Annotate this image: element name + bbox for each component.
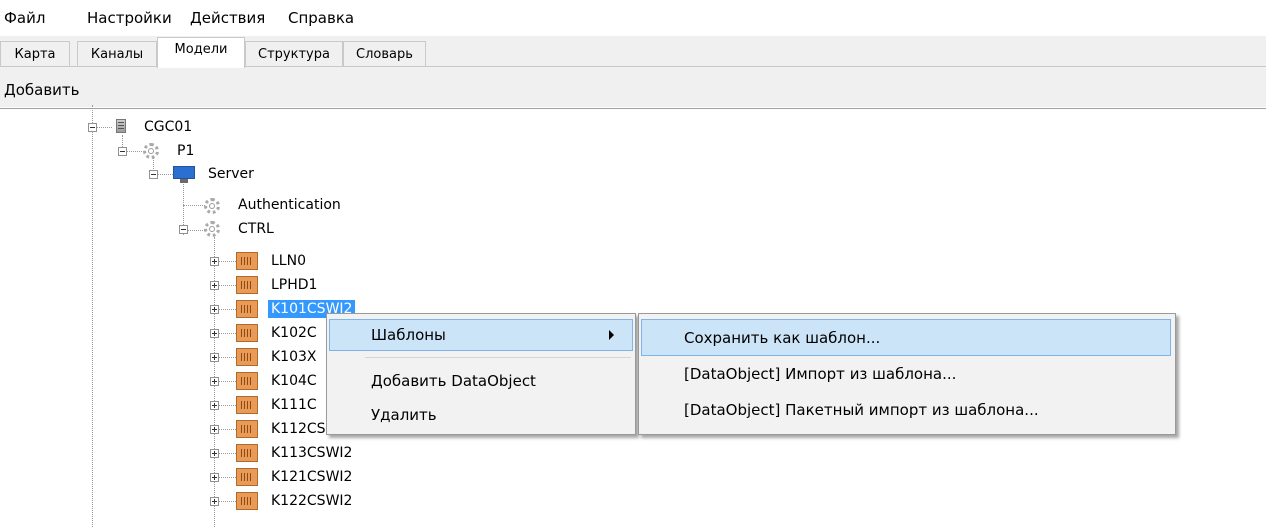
expand-icon[interactable] — [210, 281, 219, 290]
menu-actions[interactable]: Действия — [190, 9, 265, 27]
expand-icon[interactable] — [210, 473, 219, 482]
expand-icon[interactable] — [210, 305, 219, 314]
expand-icon[interactable] — [210, 425, 219, 434]
context-menu: Шаблоны Добавить DataObject Удалить — [326, 313, 636, 435]
logical-node-icon — [236, 372, 258, 390]
logical-node-icon — [236, 348, 258, 366]
expand-icon[interactable] — [210, 401, 219, 410]
tree-node-server[interactable]: Server — [208, 165, 254, 183]
collapse-icon[interactable] — [88, 123, 97, 132]
menu-item-batch-import-from-template[interactable]: [DataObject] Пакетный импорт из шаблона.… — [684, 400, 1039, 420]
menu-item-save-as-template[interactable]: Сохранить как шаблон... — [684, 328, 880, 348]
add-button[interactable]: Добавить — [4, 81, 80, 99]
tree-node-cgc01[interactable]: CGC01 — [144, 118, 192, 136]
tab-channels[interactable]: Каналы — [77, 41, 157, 66]
tree-line — [183, 205, 205, 206]
menu-bar: Файл Настройки Действия Справка — [0, 0, 1266, 34]
toolbar: Добавить — [0, 67, 1266, 107]
menu-settings[interactable]: Настройки — [87, 9, 172, 27]
tree-node-authentication[interactable]: Authentication — [238, 196, 341, 214]
tree-node-lphd1[interactable]: LPHD1 — [271, 276, 317, 294]
logical-node-icon — [236, 444, 258, 462]
logical-node-icon — [236, 276, 258, 294]
tab-map[interactable]: Карта — [0, 41, 70, 66]
monitor-icon — [173, 166, 195, 184]
authentication-icon — [204, 198, 220, 214]
logical-node-icon — [236, 420, 258, 438]
menu-item-delete[interactable]: Удалить — [371, 405, 437, 425]
expand-icon[interactable] — [210, 497, 219, 506]
logical-node-icon — [236, 492, 258, 510]
tree-node-k102[interactable]: K102C — [271, 324, 317, 342]
collapse-icon[interactable] — [118, 147, 127, 156]
tab-models[interactable]: Модели — [157, 37, 245, 68]
tree-node-k113cswi2[interactable]: K113CSWI2 — [271, 444, 352, 462]
tab-dictionary[interactable]: Словарь — [343, 41, 426, 66]
tree-node-ctrl[interactable]: CTRL — [238, 220, 274, 238]
logical-node-icon — [236, 324, 258, 342]
tree-node-k104[interactable]: K104C — [271, 372, 317, 390]
logical-node-icon — [236, 396, 258, 414]
menu-separator — [365, 357, 631, 358]
collapse-icon[interactable] — [149, 170, 158, 179]
tab-structure[interactable]: Структура — [245, 41, 343, 66]
collapse-icon[interactable] — [179, 225, 188, 234]
logical-node-icon — [236, 468, 258, 486]
menu-file[interactable]: Файл — [4, 9, 45, 27]
tree-node-k122cswi2[interactable]: K122CSWI2 — [271, 492, 352, 510]
logical-node-icon — [236, 252, 258, 270]
expand-icon[interactable] — [210, 329, 219, 338]
submenu-arrow-icon — [609, 330, 614, 340]
tree-node-k111[interactable]: K111C — [271, 396, 317, 414]
expand-icon[interactable] — [210, 449, 219, 458]
expand-icon[interactable] — [210, 353, 219, 362]
logical-node-icon — [236, 300, 258, 318]
access-point-icon — [143, 143, 159, 159]
tree-node-lln0[interactable]: LLN0 — [271, 252, 306, 270]
menu-help[interactable]: Справка — [288, 9, 354, 27]
menu-item-templates[interactable]: Шаблоны — [371, 325, 446, 345]
tree-node-k103[interactable]: K103X — [271, 348, 317, 366]
tree-line — [92, 105, 93, 527]
tree-node-k121cswi2[interactable]: K121CSWI2 — [271, 468, 352, 486]
menu-item-add-dataobject[interactable]: Добавить DataObject — [371, 371, 536, 391]
menu-item-import-from-template[interactable]: [DataObject] Импорт из шаблона... — [684, 364, 956, 384]
tree-node-p1[interactable]: P1 — [177, 142, 194, 160]
expand-icon[interactable] — [210, 377, 219, 386]
server-device-icon — [114, 119, 128, 135]
expand-icon[interactable] — [210, 257, 219, 266]
templates-submenu: Сохранить как шаблон... [DataObject] Имп… — [638, 313, 1176, 435]
logical-device-icon — [204, 221, 220, 237]
